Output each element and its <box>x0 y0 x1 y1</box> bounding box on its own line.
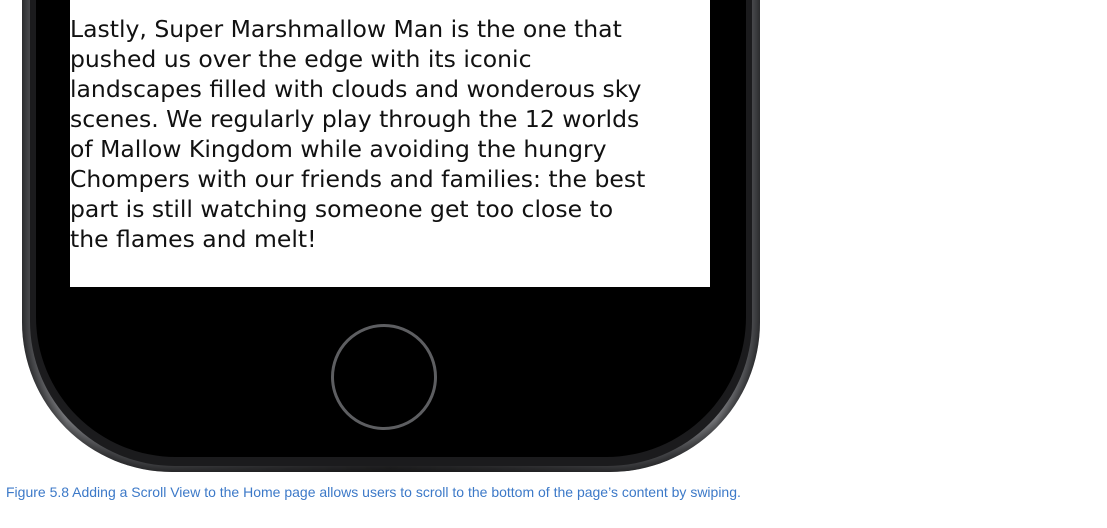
screen-line: Chompers with our friends and families: … <box>70 165 646 193</box>
screen-line: landscapes filled with clouds and wonder… <box>70 75 642 103</box>
figure-caption: Figure 5.8 Adding a Scroll View to the H… <box>6 484 741 500</box>
screen-line: the flames and melt! <box>70 225 317 253</box>
screen-line: scenes. We regularly play through the 12… <box>70 105 640 133</box>
screen-line: Lastly, Super Marshmallow Man is the one… <box>70 15 622 43</box>
phone-screen[interactable]: Lastly, Super Marshmallow Man is the one… <box>70 0 710 287</box>
home-button-icon[interactable] <box>331 324 437 430</box>
screen-line: pushed us over the edge with its iconic <box>70 45 532 73</box>
screen-line: of Mallow Kingdom while avoiding the hun… <box>70 135 607 163</box>
screen-line: part is still watching someone get too c… <box>70 195 614 223</box>
screen-paragraph: Lastly, Super Marshmallow Man is the one… <box>70 0 710 254</box>
